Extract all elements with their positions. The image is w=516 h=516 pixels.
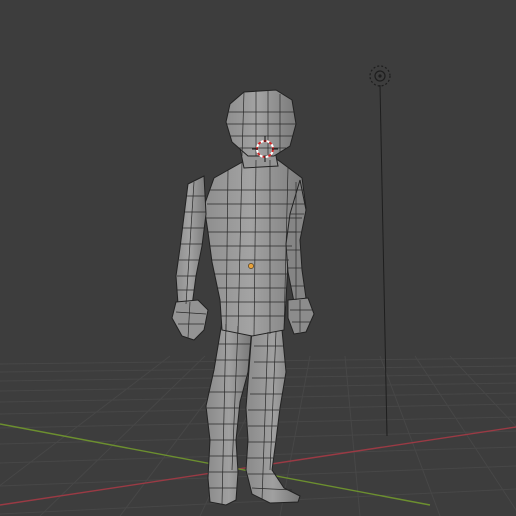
viewport-canvas[interactable]: [0, 0, 516, 516]
3d-viewport[interactable]: [0, 0, 516, 516]
humanoid-mesh-icon[interactable]: [171, 89, 315, 506]
light-icon[interactable]: [369, 65, 391, 437]
origin-dot-icon[interactable]: [248, 263, 254, 269]
